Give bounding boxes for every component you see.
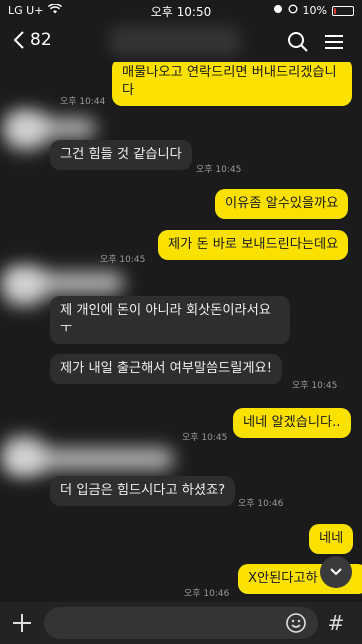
- message-bubble[interactable]: 네네 알겠습니다..: [233, 408, 351, 438]
- message-input[interactable]: [44, 607, 318, 639]
- message-bubble[interactable]: 그건 힘들 것 같습니다: [50, 140, 192, 170]
- avatar: [4, 266, 44, 306]
- plus-icon[interactable]: [10, 611, 34, 635]
- message-bubble[interactable]: 제 개인에 돈이 아니라 회삿돈이라서요ㅜ: [50, 296, 290, 344]
- chat-title-redacted: [110, 26, 240, 56]
- avatar: [4, 436, 44, 476]
- back-button[interactable]: 82: [12, 30, 52, 50]
- message-time: 오후 10:45: [196, 165, 242, 175]
- message-bubble[interactable]: 더 입금은 힘드시다고 하셨죠?: [50, 476, 236, 506]
- chat-area[interactable]: 매물나오고 연락드리면 버내드리겠습니다 오후 10:44 그건 힘들 것 같습…: [0, 62, 362, 602]
- alarm-icon: [273, 4, 283, 17]
- message-time: 오후 10:45: [100, 255, 146, 265]
- battery-text: 10%: [302, 4, 327, 17]
- message-time: 오후 10:45: [182, 433, 228, 443]
- hash-icon[interactable]: #: [322, 609, 350, 637]
- avatar: [6, 110, 46, 150]
- message-time: 오후 10:45: [292, 381, 338, 391]
- status-bar: LG U+ 오후 10:50 10%: [0, 0, 362, 22]
- emoji-icon[interactable]: [284, 611, 308, 635]
- input-bar: #: [0, 602, 362, 644]
- scroll-to-bottom-button[interactable]: [320, 556, 352, 588]
- message-bubble[interactable]: 제가 돈 바로 보내드린다는데요: [158, 230, 349, 260]
- battery-icon: [332, 5, 354, 16]
- message-bubble[interactable]: 네네: [309, 524, 354, 554]
- message-time: 오후 10:46: [184, 589, 230, 599]
- lock-rotation-icon: [288, 4, 298, 17]
- message-bubble[interactable]: 매물나오고 연락드리면 버내드리겠습니다: [112, 62, 352, 106]
- search-icon[interactable]: [286, 30, 310, 54]
- unread-count: 82: [30, 30, 52, 50]
- message-time: 오후 10:46: [238, 499, 284, 509]
- chevron-left-icon: [13, 31, 24, 49]
- chat-header: 82: [0, 22, 362, 62]
- chevron-down-icon: [330, 568, 342, 576]
- menu-icon[interactable]: [322, 30, 346, 54]
- message-bubble[interactable]: 이유좀 알수있을까요: [215, 189, 349, 219]
- message-bubble[interactable]: 제가 내일 출근해서 여부말씀드릴게요!: [50, 354, 282, 384]
- message-time: 오후 10:44: [60, 97, 106, 107]
